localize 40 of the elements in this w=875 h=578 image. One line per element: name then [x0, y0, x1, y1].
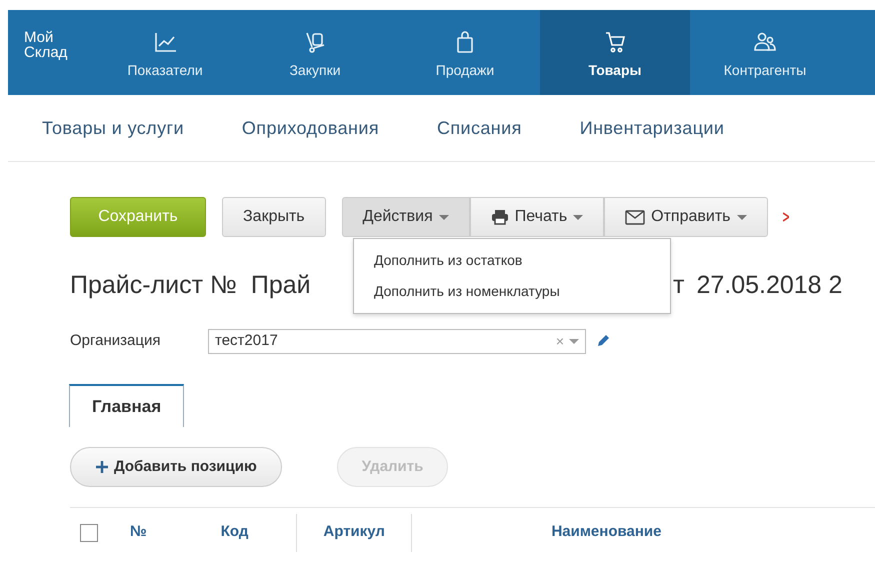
- cart-icon: [603, 30, 627, 54]
- add-position-button[interactable]: Добавить позицию: [70, 447, 282, 487]
- document-number: Прай: [250, 270, 311, 301]
- plus-icon: [95, 460, 109, 474]
- field-label: Организация: [70, 330, 162, 351]
- organization-field[interactable]: тест2017 ×: [208, 328, 586, 354]
- date-label: т: [673, 270, 684, 301]
- column-header[interactable]: Артикул: [297, 521, 411, 544]
- checkbox[interactable]: [80, 524, 98, 542]
- envelope-icon: [625, 210, 646, 224]
- column-header[interactable]: №: [98, 521, 173, 544]
- caret-icon: [573, 214, 584, 220]
- subnav-link[interactable]: Товары и услуги: [42, 114, 184, 142]
- subnav-link[interactable]: Списания: [436, 114, 522, 142]
- column-header[interactable]: Код: [172, 521, 296, 544]
- nav-tab[interactable]: Продажи: [390, 10, 540, 95]
- document-title: Прайс-лист №: [70, 270, 237, 301]
- nav-tab[interactable]: Контрагенты: [690, 10, 840, 95]
- nav-tab[interactable]: Товары: [540, 10, 690, 95]
- subnav-link[interactable]: Инвентаризации: [580, 114, 724, 142]
- document-tab[interactable]: Главная: [69, 384, 184, 427]
- people-icon: [753, 30, 777, 54]
- nav-tab[interactable]: Закупки: [240, 10, 390, 95]
- chart-icon: [153, 30, 177, 54]
- menu-item[interactable]: Дополнить из номенклатуры: [354, 276, 670, 307]
- actions-button[interactable]: Действия: [342, 197, 470, 237]
- caret-icon[interactable]: [569, 338, 579, 344]
- caret-icon: [438, 214, 449, 220]
- print-button[interactable]: Печать: [470, 197, 604, 237]
- pencil-icon[interactable]: [596, 334, 610, 348]
- subnav-link[interactable]: Оприходования: [242, 114, 379, 142]
- caret-icon: [736, 214, 746, 220]
- printer-icon: [490, 209, 509, 225]
- nav-tab[interactable]: Показатели: [90, 10, 240, 95]
- menu-item[interactable]: Дополнить из остатков: [354, 245, 670, 276]
- close-button[interactable]: Закрыть: [222, 197, 326, 237]
- document-date: 27.05.2018 2: [696, 270, 842, 301]
- column-header[interactable]: Наименование: [412, 521, 875, 544]
- send-button[interactable]: Отправить: [604, 197, 768, 237]
- logo-text: Мой Склад: [23, 28, 68, 63]
